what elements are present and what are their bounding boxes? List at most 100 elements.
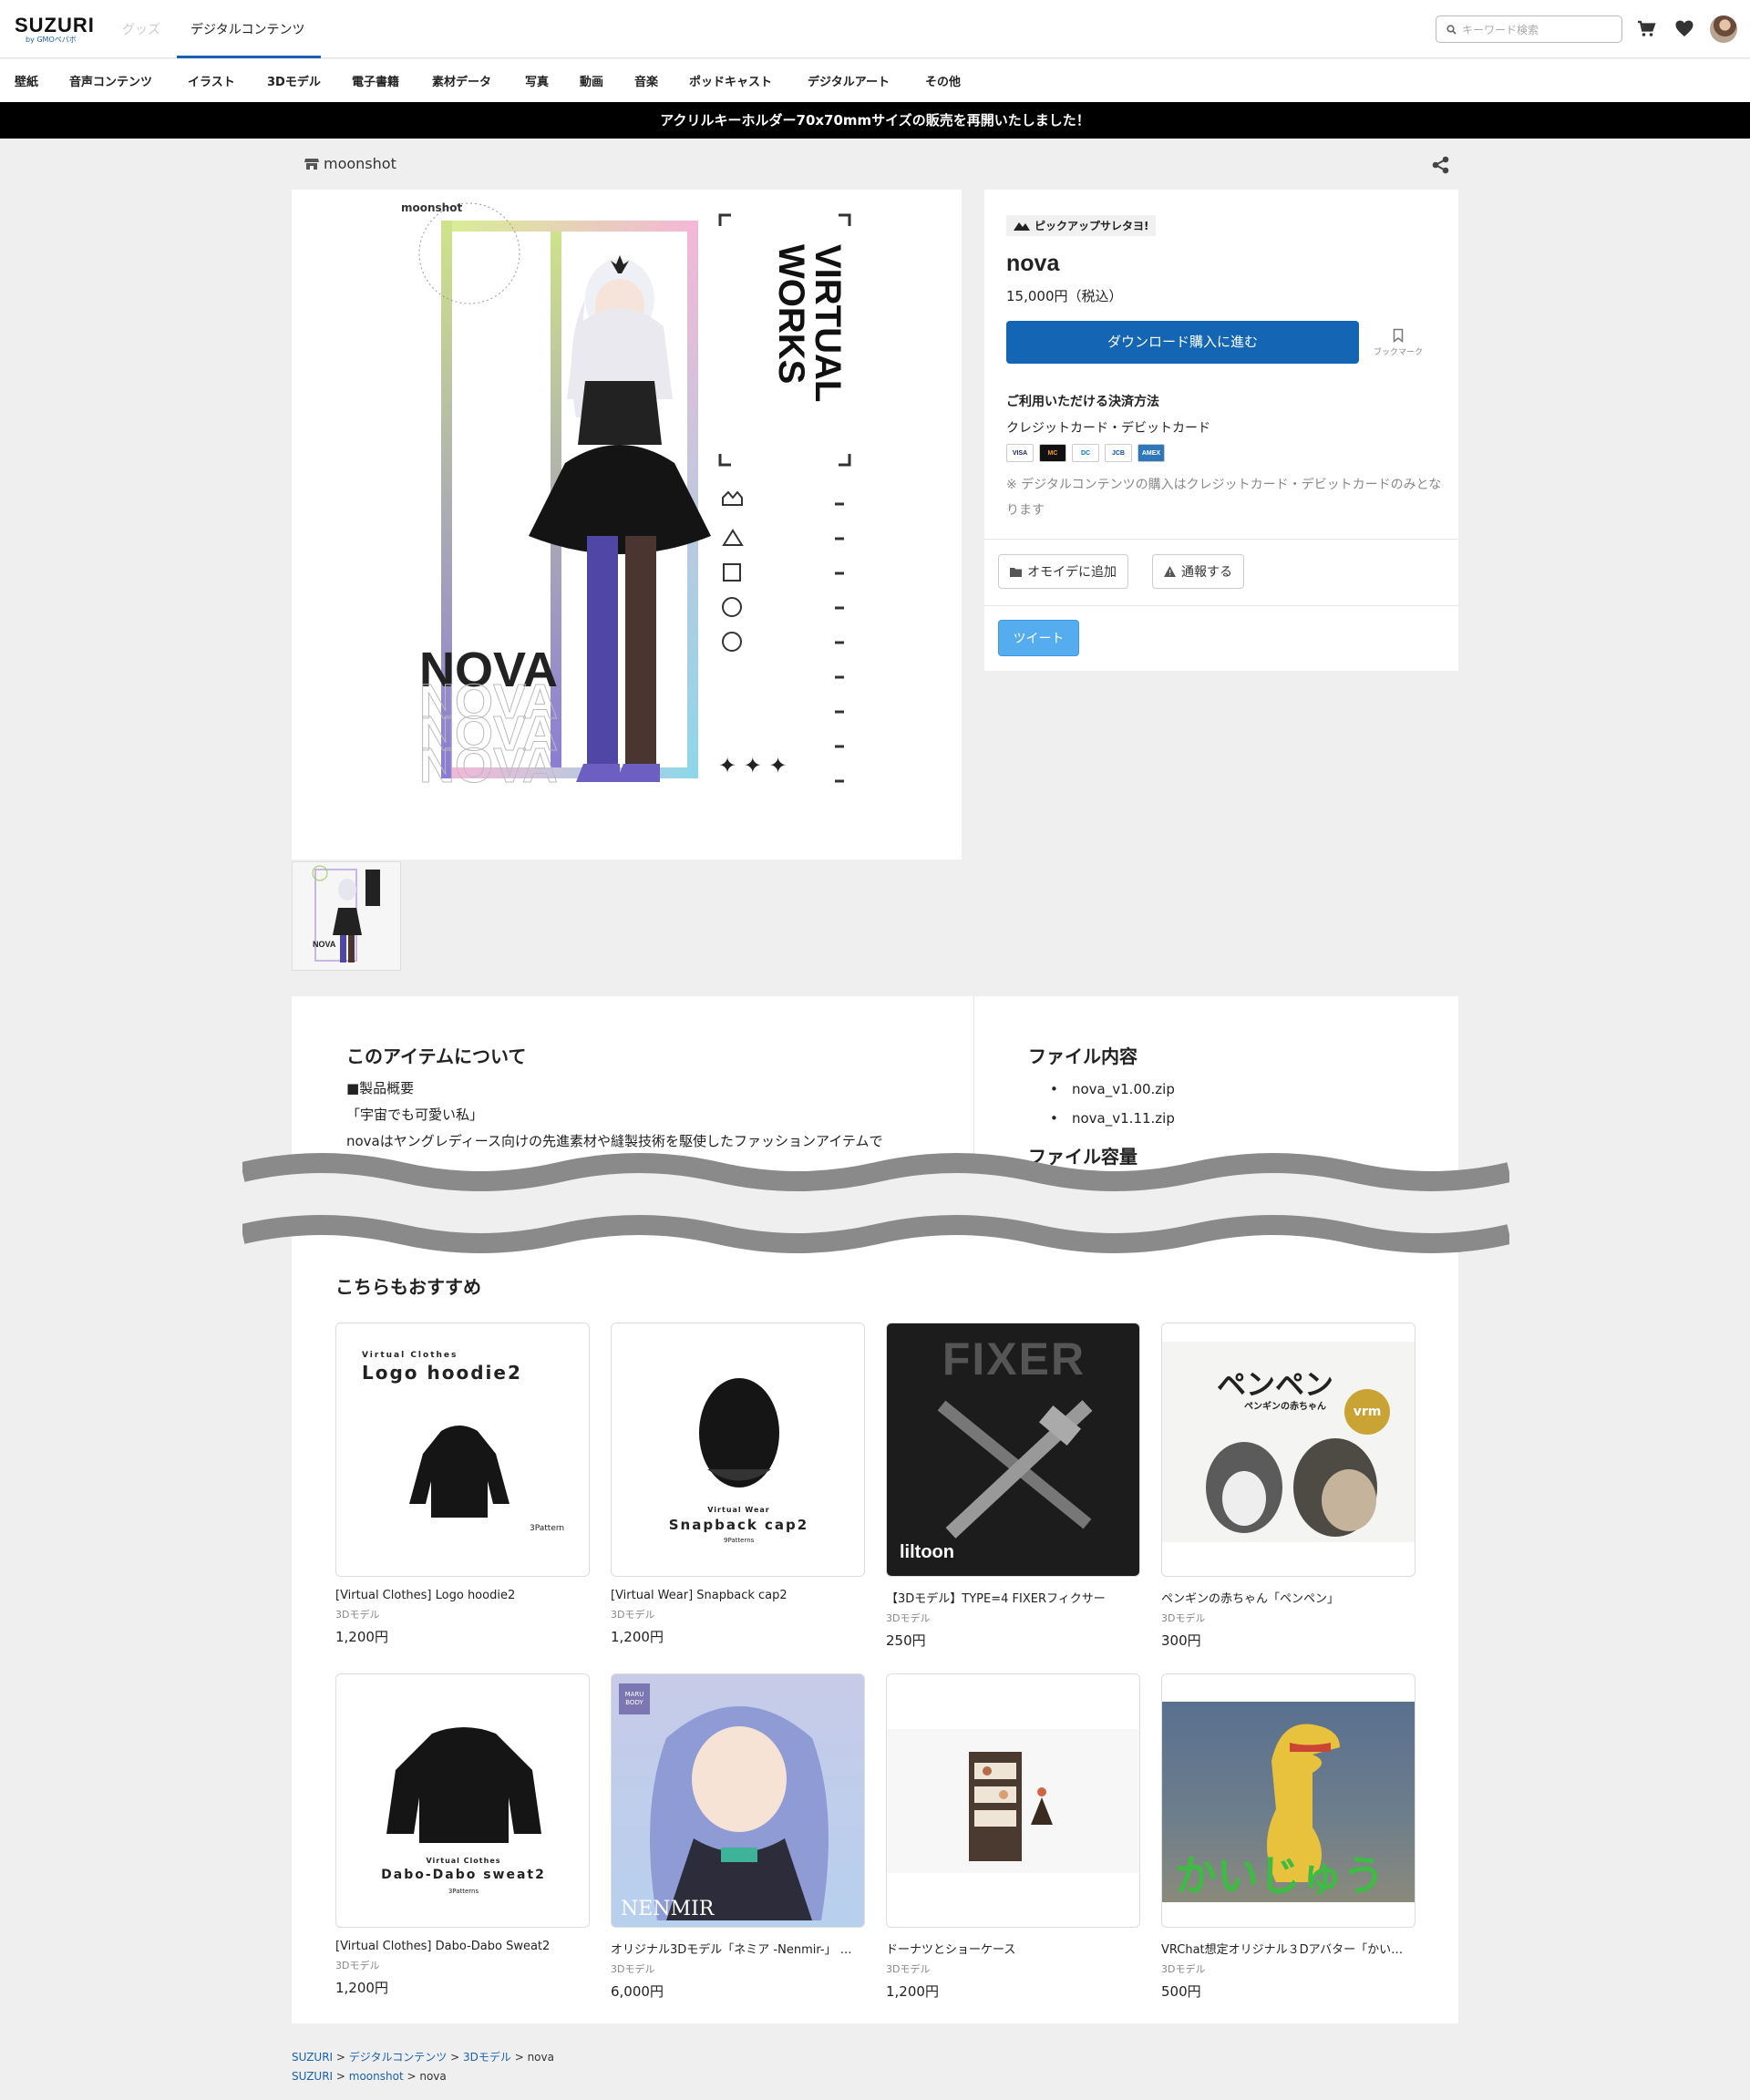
- wave-separator: [242, 1153, 1509, 1253]
- add-omoide-label: オモイデに追加: [1027, 565, 1117, 580]
- category-photo[interactable]: 写真: [525, 72, 549, 89]
- product-card[interactable]: ペンペン ペンギンの赤ちゃん vrm ペンギンの赤ちゃん「ペンペン」 3Dモデル…: [1161, 1323, 1415, 1650]
- jcb-icon: JCB: [1105, 444, 1132, 462]
- product-card[interactable]: Virtual Clothes Dabo-Dabo sweat2 3Patter…: [335, 1673, 590, 1997]
- image-caption: ペンギンの赤ちゃん: [1244, 1402, 1326, 1412]
- category-music[interactable]: 音楽: [634, 72, 658, 89]
- purchase-panel: ピックアップサレタヨ! nova 15,000円（税込） ダウンロード購入に進む…: [984, 190, 1458, 671]
- payment-methods: クレジットカード・デビットカード: [1006, 421, 1210, 436]
- product-name[interactable]: ドーナツとショーケース: [886, 1940, 1140, 1957]
- file-item: nova_v1.11.zip: [1050, 1110, 1175, 1127]
- tab-goods[interactable]: グッズ: [122, 20, 160, 38]
- product-category: 3Dモデル: [886, 1612, 931, 1624]
- breadcrumb-link[interactable]: SUZURI: [292, 2070, 333, 2083]
- tab-digital-content[interactable]: デジタルコンテンツ: [190, 20, 304, 38]
- product-category: 3Dモデル: [335, 1960, 380, 1971]
- product-image[interactable]: Virtual Clothes Logo hoodie2 3Pattern: [335, 1323, 590, 1577]
- files-heading: ファイル内容: [1028, 1045, 1138, 1067]
- image-title: NENMIR: [621, 1898, 715, 1920]
- category-illustration[interactable]: イラスト: [188, 72, 235, 89]
- shop-name: moonshot: [324, 155, 396, 172]
- product-name[interactable]: [Virtual Wear] Snapback cap2: [611, 1589, 865, 1602]
- product-price: 250円: [886, 1632, 926, 1649]
- product-card[interactable]: Virtual Wear Snapback cap2 9Patterns [Vi…: [611, 1323, 865, 1646]
- image-title: Logo hoodie2: [362, 1362, 522, 1384]
- breadcrumb-link[interactable]: moonshot: [349, 2070, 404, 2083]
- category-other[interactable]: その他: [925, 72, 961, 89]
- breadcrumb-current: nova: [527, 2051, 554, 2064]
- active-tab-underline: [177, 56, 321, 58]
- product-card[interactable]: MARU BODY NENMIR オリジナル3Dモデル「ネミア -Nenmir-…: [611, 1673, 865, 2001]
- product-card[interactable]: Virtual Clothes Logo hoodie2 3Pattern [V…: [335, 1323, 590, 1646]
- product-category: 3Dモデル: [611, 1963, 655, 1975]
- search-icon: [1446, 25, 1457, 35]
- image-title: FIXER: [942, 1333, 1086, 1385]
- heart-icon[interactable]: [1673, 17, 1695, 39]
- cart-icon[interactable]: [1635, 17, 1657, 39]
- product-price: 1,200円: [611, 1629, 664, 1645]
- product-price: 1,200円: [886, 1983, 939, 2000]
- category-nav: 壁紙 音声コンテンツ イラスト 3Dモデル 電子書籍 素材データ 写真 動画 音…: [0, 59, 1750, 102]
- svg-text:✦ ✦ ✦: ✦ ✦ ✦: [718, 753, 788, 778]
- add-omoide-button[interactable]: オモイデに追加: [998, 554, 1128, 589]
- category-3d-model[interactable]: 3Dモデル: [267, 72, 321, 89]
- report-button[interactable]: 通報する: [1152, 554, 1244, 589]
- product-image[interactable]: MARU BODY NENMIR: [611, 1673, 865, 1928]
- product-image[interactable]: Virtual Clothes Dabo-Dabo sweat2 3Patter…: [335, 1673, 590, 1928]
- bookmark-button[interactable]: ブックマーク: [1365, 328, 1431, 357]
- category-digital-art[interactable]: デジタルアート: [808, 72, 890, 89]
- bookmark-label: ブックマーク: [1373, 348, 1423, 357]
- tweet-button[interactable]: ツイート: [998, 620, 1079, 656]
- image-caption: liltoon: [900, 1542, 954, 1562]
- product-price: 6,000円: [611, 1983, 664, 2000]
- product-main-image[interactable]: moonshot NOVA NOVA NOVA NOVA VIRTUAL WORKS: [292, 190, 962, 860]
- product-name[interactable]: ペンギンの赤ちゃん「ペンペン」: [1161, 1589, 1415, 1606]
- svg-text:WORKS: WORKS: [771, 244, 811, 384]
- share-icon[interactable]: [1431, 155, 1451, 175]
- category-video[interactable]: 動画: [580, 72, 603, 89]
- category-audio[interactable]: 音声コンテンツ: [69, 72, 152, 89]
- product-name[interactable]: 【3Dモデル】TYPE=4 FIXERフィクサー: [886, 1589, 1140, 1606]
- image-caption: Virtual Clothes: [426, 1857, 501, 1865]
- product-card[interactable]: FIXER liltoon 【3Dモデル】TYPE=4 FIXERフィクサー 3…: [886, 1323, 1140, 1650]
- product-card[interactable]: ドーナツとショーケース 3Dモデル 1,200円: [886, 1673, 1140, 2001]
- card-logos: VISA MC DC JCB AMEX: [1006, 444, 1165, 462]
- category-wallpaper[interactable]: 壁紙: [15, 72, 38, 89]
- category-ebook[interactable]: 電子書籍: [352, 72, 399, 89]
- breadcrumb-link[interactable]: SUZURI: [292, 2051, 333, 2064]
- payment-note: ※ デジタルコンテンツの購入はクレジットカード・デビットカードのみとなります: [1006, 478, 1442, 518]
- category-podcast[interactable]: ポッドキャスト: [689, 72, 772, 89]
- product-image[interactable]: かいじゅう: [1161, 1673, 1415, 1928]
- download-purchase-button[interactable]: ダウンロード購入に進む: [1006, 321, 1359, 364]
- search-box[interactable]: [1436, 15, 1622, 43]
- announcement-banner[interactable]: アクリルキーホルダー70x70mmサイズの販売を再開いたしました！: [0, 102, 1750, 139]
- bookmark-icon: [1393, 328, 1404, 344]
- category-material[interactable]: 素材データ: [432, 72, 491, 89]
- product-name[interactable]: VRChat想定オリジナル３Dアバター「かい…: [1161, 1940, 1415, 1957]
- product-price: 1,200円: [335, 1980, 388, 1996]
- product-name[interactable]: [Virtual Clothes] Dabo-Dabo Sweat2: [335, 1940, 590, 1953]
- product-card[interactable]: かいじゅう VRChat想定オリジナル３Dアバター「かい… 3Dモデル 500円: [1161, 1673, 1415, 2001]
- shop-link[interactable]: moonshot: [304, 155, 396, 172]
- avatar[interactable]: [1710, 15, 1737, 43]
- mountain-icon: [1014, 222, 1030, 231]
- breadcrumb-link[interactable]: デジタルコンテンツ: [349, 2051, 448, 2064]
- product-image[interactable]: FIXER liltoon: [886, 1323, 1140, 1577]
- product-name[interactable]: オリジナル3Dモデル「ネミア -Nenmir-」 …: [611, 1940, 865, 1957]
- breadcrumb-link[interactable]: 3Dモデル: [463, 2051, 511, 2064]
- svg-text:VIRTUAL: VIRTUAL: [808, 244, 848, 402]
- search-input[interactable]: [1462, 21, 1615, 38]
- divider: [984, 539, 1458, 540]
- amex-icon: AMEX: [1138, 444, 1165, 462]
- product-image[interactable]: [886, 1673, 1140, 1928]
- product-image[interactable]: Virtual Wear Snapback cap2 9Patterns: [611, 1323, 865, 1577]
- about-line: ■製品概要: [346, 1080, 415, 1096]
- about-line: 「宇宙でも可愛い私」: [346, 1107, 484, 1123]
- product-name[interactable]: [Virtual Clothes] Logo hoodie2: [335, 1589, 590, 1602]
- product-thumbnail[interactable]: NOVA: [292, 861, 401, 971]
- product-image[interactable]: ペンペン ペンギンの赤ちゃん vrm: [1161, 1323, 1415, 1577]
- product-category: 3Dモデル: [611, 1609, 655, 1621]
- svg-text:NOVA: NOVA: [313, 940, 336, 949]
- report-label: 通報する: [1181, 565, 1232, 580]
- folder-icon: [1010, 567, 1022, 577]
